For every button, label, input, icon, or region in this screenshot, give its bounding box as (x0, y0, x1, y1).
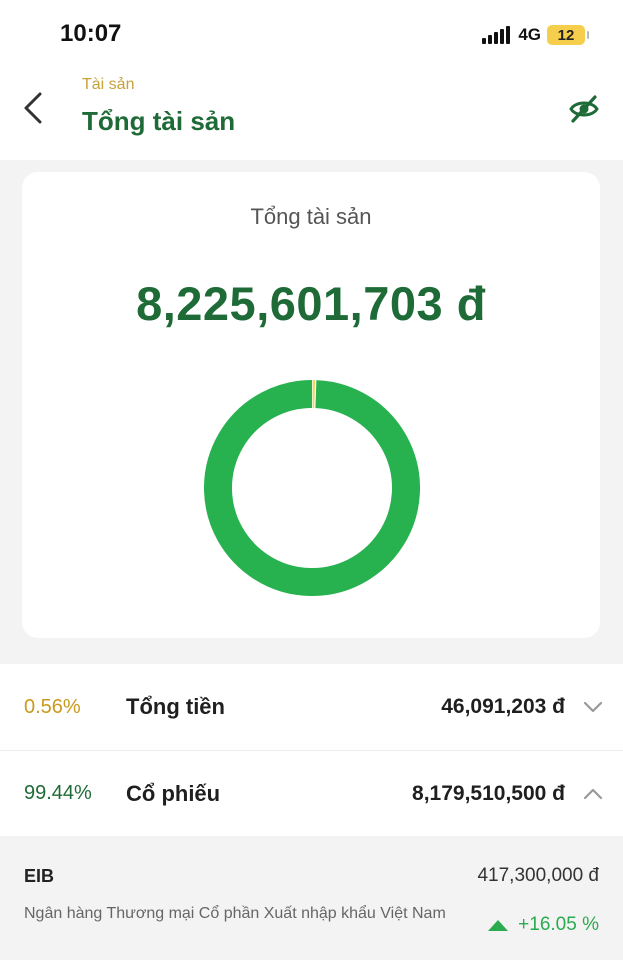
hide-balance-button[interactable] (567, 92, 601, 126)
battery-icon: 12 (547, 25, 589, 45)
chevron-left-icon (24, 92, 42, 124)
eye-off-icon (569, 95, 599, 123)
chevron-down-icon[interactable] (581, 695, 605, 719)
holding-change: +16.05 % (488, 914, 599, 936)
signal-icon (482, 26, 511, 44)
triangle-up-icon (488, 919, 509, 931)
status-time: 10:07 (60, 20, 122, 47)
holding-item-eib[interactable]: EIB 417,300,000 đ Ngân hàng Thương mại C… (0, 836, 623, 960)
donut-slice-1 (204, 380, 420, 596)
total-assets-value: 8,225,601,703 đ (136, 277, 486, 330)
page-title: Tổng tài sản (82, 106, 236, 136)
holding-company-name: Ngân hàng Thương mại Cổ phần Xuất nhập k… (24, 905, 446, 922)
category-name: Tổng tiền (126, 694, 225, 719)
back-button[interactable] (18, 88, 48, 128)
total-assets-card: Tổng tài sản 8,225,601,703 đ (22, 172, 600, 638)
status-indicators: 4G 12 (482, 24, 589, 46)
category-amount: 46,091,203 đ (441, 695, 565, 718)
holding-change-value: +16.05 % (518, 914, 599, 935)
category-percent: 99.44% (24, 782, 92, 804)
category-amount: 8,179,510,500 đ (412, 781, 565, 805)
holding-ticker: EIB (24, 866, 55, 886)
category-row-cash[interactable]: 0.56% Tổng tiền 46,091,203 đ (0, 664, 623, 750)
total-assets-label: Tổng tài sản (250, 204, 372, 229)
category-percent: 0.56% (24, 695, 81, 718)
network-label: 4G (518, 25, 541, 44)
asset-allocation-donut (204, 380, 420, 596)
holding-value: 417,300,000 đ (477, 865, 599, 886)
breadcrumb[interactable]: Tài sản (82, 76, 134, 94)
category-name: Cổ phiếu (126, 780, 221, 806)
category-row-stocks[interactable]: 99.44% Cổ phiếu 8,179,510,500 đ (0, 750, 623, 836)
chevron-up-icon[interactable] (581, 782, 605, 806)
